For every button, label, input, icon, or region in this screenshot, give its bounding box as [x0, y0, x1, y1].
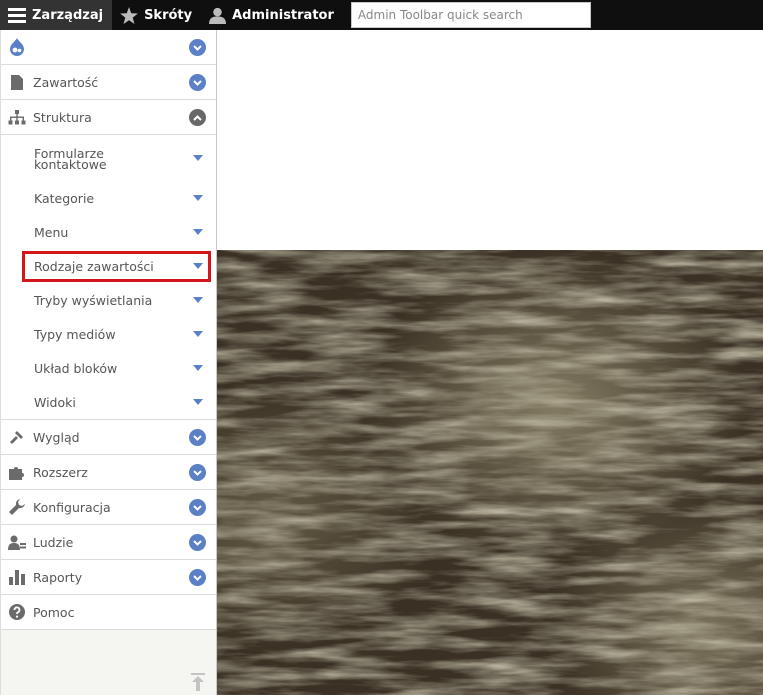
submenu-item-content-types[interactable]: Rodzaje zawartości — [1, 249, 216, 283]
submenu-item-label: Menu — [34, 224, 69, 240]
brush-icon — [1, 430, 33, 445]
submenu-item-menu[interactable]: Menu — [1, 215, 216, 249]
hamburger-icon — [8, 8, 26, 23]
help-icon — [1, 604, 33, 620]
menu-item-configuration[interactable]: Konfiguracja — [1, 490, 216, 525]
shortcuts-label: Skróty — [144, 7, 193, 23]
submenu-item-block-layout[interactable]: Układ bloków — [1, 351, 216, 385]
chevron-down-icon — [193, 469, 202, 476]
caret-down-icon[interactable] — [193, 263, 203, 269]
manage-label: Zarządzaj — [32, 7, 104, 23]
expand-toggle-people[interactable] — [189, 534, 206, 551]
expand-toggle-extend[interactable] — [189, 464, 206, 481]
chevron-down-icon — [193, 434, 202, 441]
menu-item-extend[interactable]: Rozszerz — [1, 455, 216, 490]
admin-toolbar: Zarządzaj Skróty Administrator — [0, 0, 763, 30]
chevron-down-icon — [193, 504, 202, 511]
user-icon — [209, 7, 227, 24]
caret-down-icon[interactable] — [193, 331, 203, 337]
caret-down-icon[interactable] — [193, 195, 203, 201]
menu-item-structure[interactable]: Struktura — [1, 100, 216, 135]
caret-down-icon[interactable] — [193, 399, 203, 405]
submenu-item-views[interactable]: Widoki — [1, 385, 216, 420]
submenu-item-view-modes[interactable]: Tryby wyświetlania — [1, 283, 216, 317]
submenu-item-label: Tryby wyświetlania — [34, 292, 153, 308]
menu-item-appearance[interactable]: Wygląd — [1, 420, 216, 455]
puzzle-icon — [1, 465, 33, 480]
pin-tray-icon[interactable] — [191, 673, 205, 695]
expand-toggle-appearance[interactable] — [189, 429, 206, 446]
page-content-blank — [217, 30, 763, 250]
drupal-icon — [1, 38, 33, 56]
collapse-toggle-structure[interactable] — [189, 109, 206, 126]
menu-item-label: Pomoc — [33, 604, 75, 620]
submenu-item-label: Rodzaje zawartości — [34, 258, 154, 274]
sitemap-icon — [1, 109, 33, 125]
expand-toggle-configuration[interactable] — [189, 499, 206, 516]
bar-chart-icon — [1, 569, 33, 585]
submenu-item-media-types[interactable]: Typy mediów — [1, 317, 216, 351]
manage-tab[interactable]: Zarządzaj — [0, 0, 113, 30]
submenu-item-label: Widoki — [34, 394, 76, 410]
admin-menu-tray: Zawartość Struktura Formularze kontaktow… — [0, 30, 217, 695]
menu-item-content[interactable]: Zawartość — [1, 65, 216, 100]
user-label: Administrator — [232, 7, 334, 23]
menu-item-people[interactable]: Ludzie — [1, 525, 216, 560]
quick-search-input[interactable] — [350, 2, 591, 28]
expand-toggle-reports[interactable] — [189, 569, 206, 586]
submenu-item-label: Formularze kontaktowe — [34, 146, 107, 172]
menu-item-reports[interactable]: Raporty — [1, 560, 216, 595]
submenu-item-contact-forms[interactable]: Formularze kontaktowe — [1, 135, 216, 181]
submenu-item-label: Kategorie — [34, 190, 95, 206]
submenu-item-categories[interactable]: Kategorie — [1, 181, 216, 215]
background-image — [217, 250, 763, 695]
menu-item-help[interactable]: Pomoc — [1, 595, 216, 630]
menu-item-home[interactable] — [1, 30, 216, 65]
chevron-down-icon — [193, 539, 202, 546]
chevron-down-icon — [193, 79, 202, 86]
chevron-down-icon — [193, 574, 202, 581]
caret-down-icon[interactable] — [193, 229, 203, 235]
submenu-item-label: Typy mediów — [34, 326, 116, 342]
expand-toggle-home[interactable] — [189, 39, 206, 56]
caret-down-icon[interactable] — [193, 297, 203, 303]
people-icon — [1, 535, 33, 550]
user-tab[interactable]: Administrator — [201, 0, 343, 30]
submenu-item-label: Układ bloków — [34, 360, 118, 376]
file-icon — [1, 74, 33, 90]
chevron-down-icon — [193, 44, 202, 51]
caret-down-icon[interactable] — [193, 155, 203, 161]
caret-down-icon[interactable] — [193, 365, 203, 371]
expand-toggle-content[interactable] — [189, 74, 206, 91]
star-icon — [120, 6, 138, 24]
shortcuts-tab[interactable]: Skróty — [112, 0, 201, 30]
wrench-icon — [1, 499, 33, 515]
chevron-up-icon — [193, 114, 202, 121]
